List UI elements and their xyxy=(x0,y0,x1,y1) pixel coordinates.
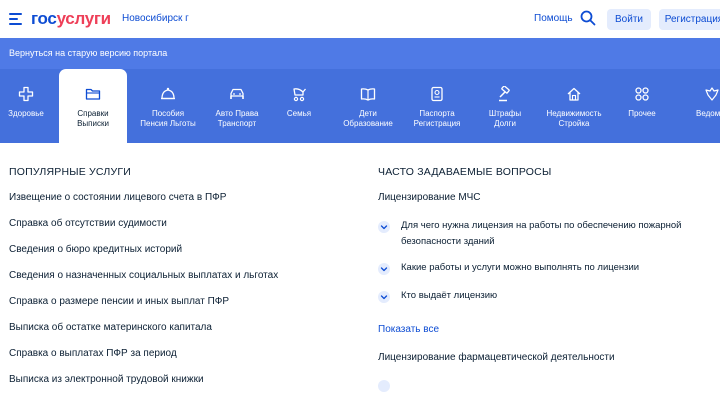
category-fines[interactable]: Штрафы Долги xyxy=(474,69,536,143)
login-button[interactable]: Войти xyxy=(607,9,651,30)
service-link[interactable]: Выписка из электронной трудовой книжки xyxy=(9,374,204,385)
grid-icon xyxy=(635,87,649,101)
faq-question[interactable]: Какие работы и услуги можно выполнять по… xyxy=(401,260,701,276)
category-realestate[interactable]: Недвижимость Стройка xyxy=(540,69,608,143)
category-transport[interactable]: Авто Права Транспорт xyxy=(204,69,270,143)
category-label: Семья xyxy=(286,109,312,118)
service-link[interactable]: Извещение о состоянии лицевого счета в П… xyxy=(9,192,226,203)
chevron-down-icon[interactable] xyxy=(378,380,390,392)
city-selector[interactable]: Новосибирск г xyxy=(122,13,189,24)
passport-icon xyxy=(431,86,443,102)
faq-title: ЧАСТО ЗАДАВАЕМЫЕ ВОПРОСЫ xyxy=(378,166,552,178)
health-cross-icon xyxy=(18,86,34,102)
chevron-down-icon[interactable] xyxy=(378,291,390,303)
category-family[interactable]: Семья xyxy=(270,69,328,143)
faq-question[interactable]: Кто выдаёт лицензию xyxy=(401,288,701,304)
category-label: Пособия Пенсия Льготы xyxy=(140,109,196,128)
faq-group-title: Лицензирование фармацевтической деятельн… xyxy=(378,352,615,363)
menu-icon[interactable] xyxy=(9,13,22,25)
service-link[interactable]: Сведения о назначенных социальных выплат… xyxy=(9,270,278,281)
chevron-down-icon[interactable] xyxy=(378,221,390,233)
register-button[interactable]: Регистрация xyxy=(659,9,720,30)
service-link[interactable]: Справка об отсутствии судимости xyxy=(9,218,167,229)
service-link[interactable]: Выписка об остатке материнского капитала xyxy=(9,322,212,333)
category-label: Авто Права Транспорт xyxy=(215,109,259,128)
category-certificates[interactable]: Справки Выписки xyxy=(59,69,127,145)
search-icon[interactable] xyxy=(580,10,596,26)
stroller-icon xyxy=(293,88,306,102)
logo-text-part2: услуги xyxy=(56,9,112,28)
category-label: Паспорта Регистрация xyxy=(413,109,461,128)
category-label: Штрафы Долги xyxy=(488,109,522,128)
faq-group-title: Лицензирование МЧС xyxy=(378,192,481,203)
wallet-icon xyxy=(161,87,175,100)
category-benefits[interactable]: Пособия Пенсия Льготы xyxy=(132,69,204,143)
category-label: Недвижимость Стройка xyxy=(546,109,602,128)
gavel-icon xyxy=(499,86,510,102)
category-label: Здоровье xyxy=(8,109,44,118)
category-health[interactable]: Здоровье xyxy=(0,69,52,143)
service-link[interactable]: Справка о выплатах ПФР за период xyxy=(9,348,177,359)
top-header: госуслуги Новосибирск г Помощь Войти Рег… xyxy=(0,0,720,38)
service-link[interactable]: Справка о размере пенсии и иных выплат П… xyxy=(9,296,229,307)
emblem-icon xyxy=(705,87,719,101)
logo-text-part1: гос xyxy=(31,9,57,28)
book-icon xyxy=(360,88,376,101)
category-label: Прочее xyxy=(628,109,656,118)
old-portal-banner: Вернуться на старую версию портала xyxy=(0,38,720,69)
show-all-link[interactable]: Показать все xyxy=(378,324,439,335)
chevron-down-icon[interactable] xyxy=(378,263,390,275)
house-icon xyxy=(567,87,581,101)
gosuslugi-logo[interactable]: госуслуги xyxy=(31,9,111,29)
old-portal-link[interactable]: Вернуться на старую версию портала xyxy=(9,48,167,58)
service-link[interactable]: Сведения о бюро кредитных историй xyxy=(9,244,182,255)
category-passports[interactable]: Паспорта Регистрация xyxy=(404,69,470,143)
faq-question[interactable]: Для чего нужна лицензия на работы по обе… xyxy=(401,218,701,250)
category-label: Дети Образование xyxy=(343,109,393,128)
car-icon xyxy=(230,88,244,99)
popular-title: ПОПУЛЯРНЫЕ УСЛУГИ xyxy=(9,166,131,178)
category-nav: Здоровье Справки Выписки Пособия Пенсия … xyxy=(0,69,720,145)
category-agencies[interactable]: Ведомства xyxy=(680,69,720,143)
category-label: Справки Выписки xyxy=(77,109,109,128)
category-label: Ведомства xyxy=(696,109,720,118)
category-education[interactable]: Дети Образование xyxy=(333,69,403,143)
category-other[interactable]: Прочее xyxy=(614,69,670,143)
folder-icon xyxy=(85,88,101,100)
help-link[interactable]: Помощь xyxy=(534,13,573,24)
